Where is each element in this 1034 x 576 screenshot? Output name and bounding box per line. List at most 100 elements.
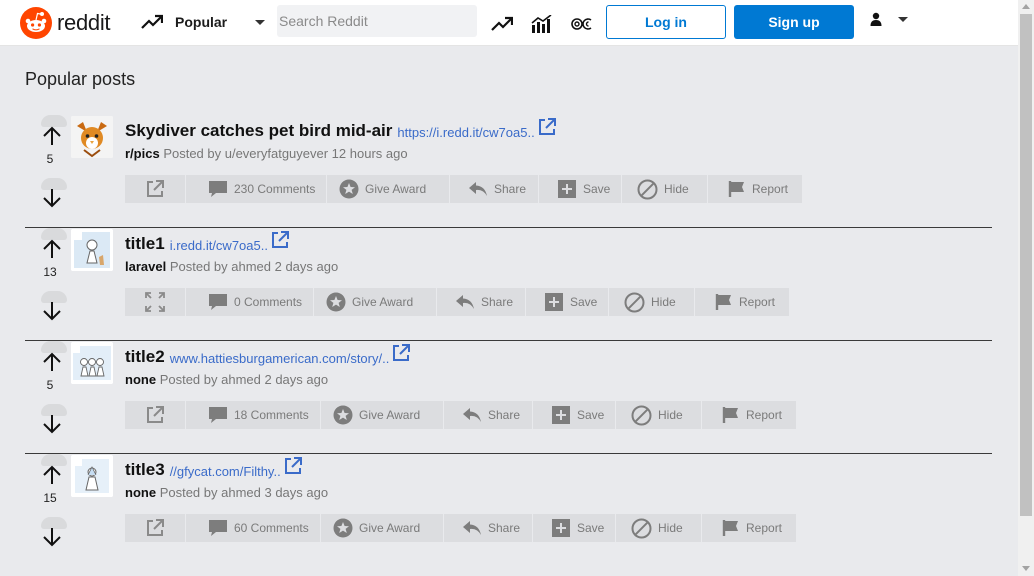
comments-button[interactable]: 0 Comments	[186, 288, 313, 316]
subreddit-link[interactable]: none	[125, 372, 156, 387]
comic-thumbnail-icon	[71, 455, 113, 497]
share-button[interactable]: Share	[444, 514, 532, 542]
post-thumbnail[interactable]	[71, 229, 113, 271]
downvote-arrow-icon[interactable]	[41, 300, 63, 322]
save-label: Save	[583, 182, 611, 196]
report-button[interactable]: Report	[695, 288, 789, 316]
save-button[interactable]: Save	[526, 288, 608, 316]
share-label: Share	[481, 295, 514, 309]
login-button[interactable]: Log in	[606, 5, 726, 39]
post-link[interactable]: www.hattiesburgamerican.com/story/..	[170, 351, 390, 366]
hide-icon	[637, 179, 658, 199]
subreddit-link[interactable]: r/pics	[125, 146, 160, 161]
scroll-down-arrow-icon[interactable]	[1022, 566, 1030, 571]
downvote-arrow-icon[interactable]	[41, 526, 63, 548]
external-link-icon[interactable]	[391, 343, 411, 363]
bar-chart-icon	[531, 15, 552, 33]
subreddit-link[interactable]: laravel	[125, 259, 166, 274]
search-input[interactable]	[277, 5, 477, 37]
report-label: Report	[746, 521, 783, 535]
expand-icon	[145, 292, 165, 312]
award-icon	[333, 518, 353, 538]
upvote-arrow-icon[interactable]	[41, 238, 63, 260]
post-thumbnail[interactable]	[71, 342, 113, 384]
scroll-up-arrow-icon[interactable]	[1022, 4, 1030, 9]
scrollbar-thumb[interactable]	[1020, 14, 1032, 516]
vote-score: 13	[43, 265, 57, 279]
post-thumbnail[interactable]	[71, 116, 113, 158]
post-title[interactable]: title3	[125, 460, 165, 480]
post-title[interactable]: title1	[125, 234, 165, 254]
save-button[interactable]: Save	[539, 175, 621, 203]
post-actions: 18 Comments Give Award Share Save Hide R…	[125, 401, 797, 429]
open-link-button[interactable]	[125, 401, 185, 429]
award-icon	[333, 405, 353, 425]
post-link[interactable]: i.redd.it/cw7oa5..	[170, 238, 268, 253]
comments-button[interactable]: 230 Comments	[186, 175, 326, 203]
reddit-logo[interactable]: reddit	[20, 7, 111, 39]
comments-count: 230 Comments	[234, 182, 316, 196]
hide-button[interactable]: Hide	[609, 288, 694, 316]
feed-dropdown[interactable]: Popular	[141, 9, 266, 35]
subreddit-link[interactable]: none	[125, 485, 156, 500]
give-award-button[interactable]: Give Award	[321, 401, 443, 429]
save-button[interactable]: Save	[533, 401, 615, 429]
comments-count: 60 Comments	[234, 521, 309, 535]
popular-trending-button[interactable]	[490, 12, 514, 36]
chevron-down-icon	[255, 19, 266, 25]
post-link[interactable]: https://i.redd.it/cw7oa5..	[397, 125, 534, 140]
signup-button[interactable]: Sign up	[734, 5, 854, 39]
flag-icon	[722, 520, 738, 536]
comment-icon	[209, 407, 227, 423]
give-award-button[interactable]: Give Award	[314, 288, 436, 316]
upvote-arrow-icon[interactable]	[41, 464, 63, 486]
hide-label: Hide	[658, 408, 683, 422]
share-button[interactable]: Share	[444, 401, 532, 429]
post-actions: 230 Comments Give Award Share Save Hide …	[125, 175, 803, 203]
share-button[interactable]: Share	[437, 288, 525, 316]
post-title[interactable]: Skydiver catches pet bird mid-air	[125, 121, 392, 141]
comment-icon	[209, 520, 227, 536]
upvote-arrow-icon[interactable]	[41, 125, 63, 147]
post-thumbnail[interactable]	[71, 455, 113, 497]
report-label: Report	[739, 295, 776, 309]
hide-button[interactable]: Hide	[616, 514, 701, 542]
expand-button[interactable]	[125, 288, 185, 316]
post-meta: r/pics Posted by u/everyfatguyever 12 ho…	[125, 146, 408, 161]
give-award-button[interactable]: Give Award	[321, 514, 443, 542]
report-button[interactable]: Report	[702, 401, 796, 429]
comments-count: 0 Comments	[234, 295, 303, 309]
upvote-arrow-icon[interactable]	[41, 351, 63, 373]
comments-button[interactable]: 60 Comments	[186, 514, 320, 542]
report-button[interactable]: Report	[708, 175, 802, 203]
posted-by: Posted by u/everyfatguyever 12 hours ago	[163, 146, 408, 161]
save-button[interactable]: Save	[533, 514, 615, 542]
open-link-button[interactable]	[125, 175, 185, 203]
hide-button[interactable]: Hide	[616, 401, 701, 429]
give-award-button[interactable]: Give Award	[327, 175, 449, 203]
open-link-button[interactable]	[125, 514, 185, 542]
page-scrollbar[interactable]	[1018, 0, 1034, 576]
share-button[interactable]: Share	[450, 175, 538, 203]
post-title[interactable]: title2	[125, 347, 165, 367]
external-link-icon[interactable]	[283, 456, 303, 476]
save-plus-icon	[558, 180, 576, 198]
downvote-arrow-icon[interactable]	[41, 187, 63, 209]
posted-by: Posted by ahmed 2 days ago	[169, 259, 339, 274]
post-actions: 60 Comments Give Award Share Save Hide R…	[125, 514, 797, 542]
external-link-icon[interactable]	[537, 117, 557, 137]
user-dropdown[interactable]	[870, 12, 908, 26]
post-link[interactable]: //gfycat.com/Filthy..	[170, 464, 281, 479]
downvote-arrow-icon[interactable]	[41, 413, 63, 435]
stats-button[interactable]	[530, 12, 554, 36]
comments-button[interactable]: 18 Comments	[186, 401, 320, 429]
hide-label: Hide	[664, 182, 689, 196]
save-label: Save	[577, 521, 605, 535]
comment-icon	[209, 181, 227, 197]
report-button[interactable]: Report	[702, 514, 796, 542]
posted-by: Posted by ahmed 3 days ago	[159, 485, 329, 500]
hide-button[interactable]: Hide	[622, 175, 707, 203]
external-link-icon[interactable]	[270, 230, 290, 250]
give-award-label: Give Award	[352, 295, 414, 309]
community-button[interactable]	[570, 12, 594, 36]
